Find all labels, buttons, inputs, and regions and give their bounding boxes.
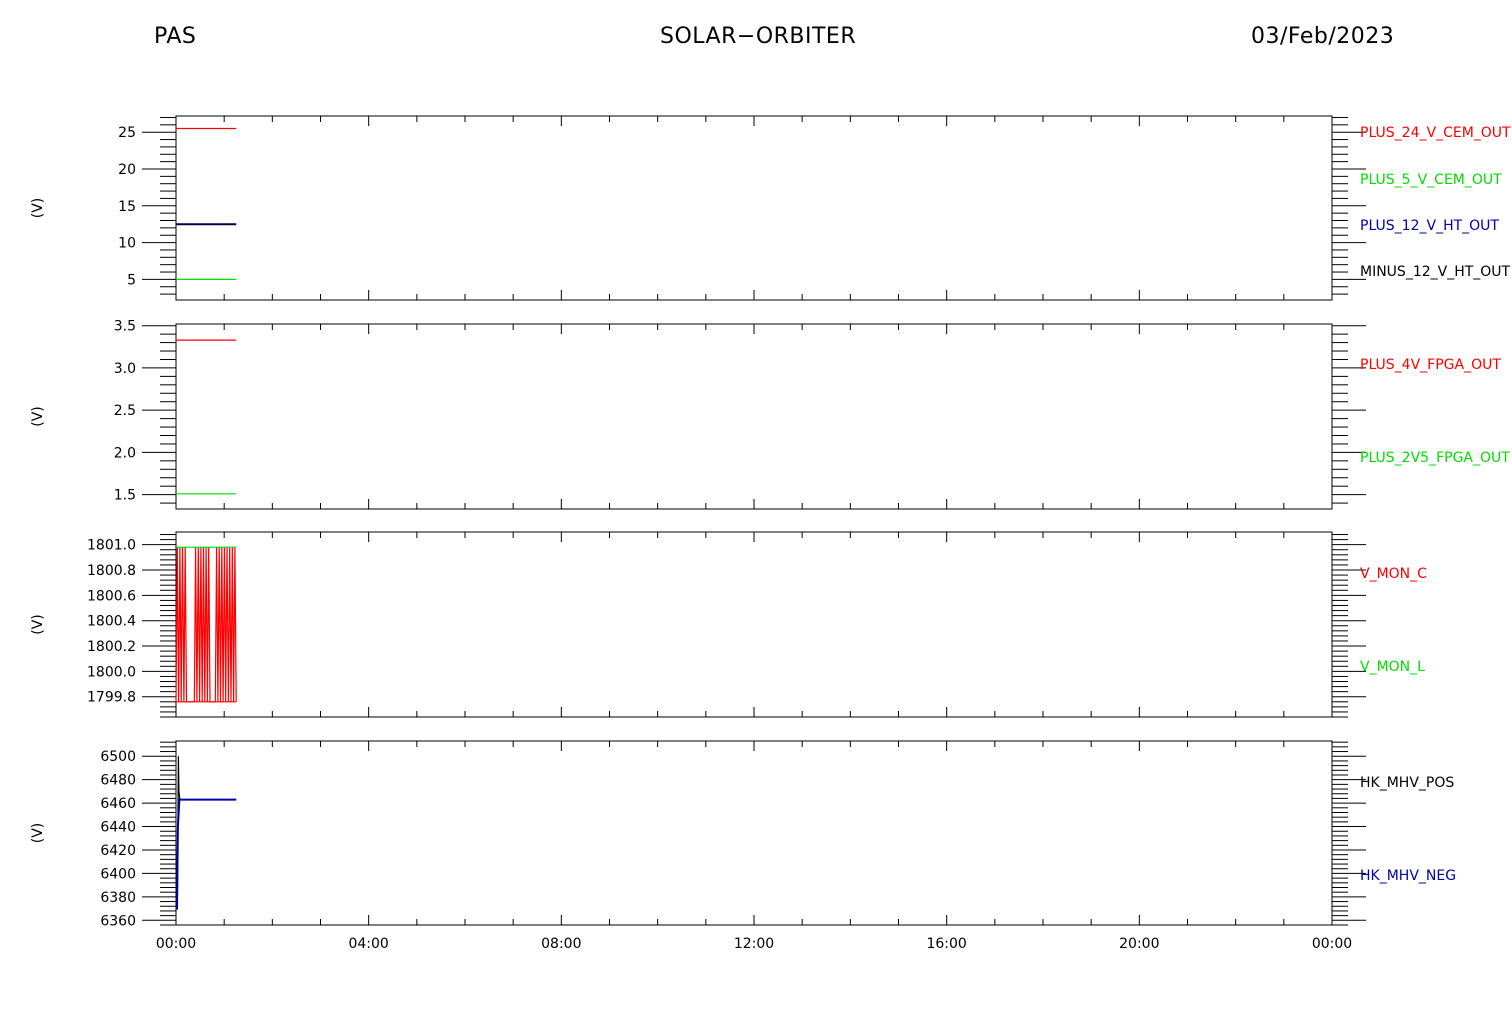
panel-3: (V) (30, 531, 1366, 718)
y-tick-label: 1800.2 (87, 639, 136, 655)
legend-item: PLUS_12_V_HT_OUT (1360, 218, 1499, 234)
legend-item: PLUS_2V5_FPGA_OUT (1360, 450, 1510, 466)
y-axis-label: (V) (30, 614, 46, 635)
legend-item: V_MON_L (1360, 659, 1425, 675)
y-tick-label: 6500 (100, 749, 136, 765)
y-tick-label: 6420 (100, 843, 136, 859)
legend-item: PLUS_4V_FPGA_OUT (1360, 357, 1501, 373)
y-tick-label: 25 (118, 125, 136, 141)
y-tick-label: 3.0 (114, 361, 136, 377)
y-tick-label: 2.5 (114, 403, 136, 419)
y-tick-label: 6380 (100, 890, 136, 906)
y-axis-label: (V) (30, 823, 46, 844)
y-tick-label: 6360 (100, 913, 136, 929)
legend-item: V_MON_C (1360, 566, 1427, 582)
y-tick-label: 6460 (100, 796, 136, 812)
legend-item: HK_MHV_NEG (1360, 868, 1456, 884)
y-axis-label: (V) (30, 198, 46, 219)
y-tick-label: 1799.8 (87, 690, 136, 706)
y-tick-label: 15 (118, 199, 136, 215)
x-tick-label: 12:00 (734, 936, 774, 952)
y-tick-label: 6440 (100, 820, 136, 836)
chart-canvas: (V) 5 10 15 20 25 PLUS_24_V_CEM_OUT PLUS_5_V_CE… (30, 115, 1511, 952)
y-tick-label: 3.5 (114, 319, 136, 335)
x-tick-label: 16:00 (926, 936, 966, 952)
y-tick-label: 2.0 (114, 445, 136, 461)
y-tick-label: 1801.0 (87, 538, 136, 554)
plot-frame (175, 740, 1333, 926)
y-tick-label: 5 (127, 272, 136, 288)
plot-frame (175, 531, 1333, 718)
y-tick-label: 6480 (100, 773, 136, 789)
y-tick-label: 20 (118, 162, 136, 178)
legend-item: HK_MHV_POS (1360, 775, 1454, 791)
panel-2: (V) (30, 323, 1366, 510)
series-line (175, 547, 237, 703)
y-tick-label: 1.5 (114, 488, 136, 504)
x-tick-label: 04:00 (348, 936, 388, 952)
series-line (176, 798, 237, 910)
panel-4: (V) (30, 740, 1366, 926)
legend-item: PLUS_5_V_CEM_OUT (1360, 172, 1502, 188)
y-tick-label: 1800.0 (87, 664, 136, 680)
panel-1: (V) (30, 115, 1366, 301)
y-axis-label: (V) (30, 406, 46, 427)
legend-item: PLUS_24_V_CEM_OUT (1360, 125, 1511, 141)
y-tick-label: 1800.6 (87, 588, 136, 604)
y-tick-label: 1800.4 (87, 614, 136, 630)
x-tick-label: 00:00 (1312, 936, 1352, 952)
plot-frame (175, 323, 1333, 510)
legend-item: MINUS_12_V_HT_OUT (1360, 264, 1511, 280)
series-line (176, 756, 237, 898)
y-tick-label: 10 (118, 236, 136, 252)
y-tick-label: 6400 (100, 866, 136, 882)
x-tick-label: 00:00 (156, 936, 196, 952)
x-tick-label: 08:00 (541, 936, 581, 952)
x-tick-label: 20:00 (1119, 936, 1159, 952)
plot-frame (175, 115, 1333, 301)
y-tick-label: 1800.8 (87, 563, 136, 579)
